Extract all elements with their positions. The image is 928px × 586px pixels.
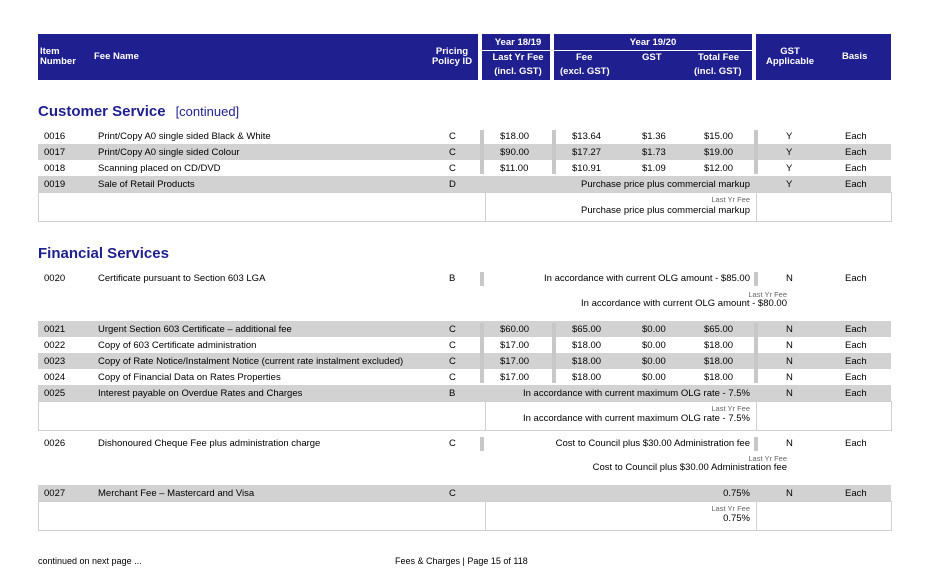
footer-continued: continued on next page ... bbox=[38, 556, 142, 566]
table-row: 0018 Scanning placed on CD/DVD C $11.00 … bbox=[44, 163, 867, 174]
header-year-curr: Year 19/20 bbox=[629, 37, 677, 48]
table-row: 0020 Certificate pursuant to Section 603… bbox=[44, 273, 867, 284]
header-gst: GST bbox=[642, 52, 662, 63]
header-total-fee: Total Fee bbox=[698, 52, 739, 63]
header-basis: Basis bbox=[842, 51, 868, 62]
table-row: 0016 Print/Copy A0 single sided Black & … bbox=[44, 131, 867, 142]
header-item-number-2: Number bbox=[40, 56, 76, 67]
header-last-yr-fee: Last Yr Fee bbox=[492, 52, 544, 63]
header-fee: Fee bbox=[576, 52, 593, 63]
header-pricing-2: Policy ID bbox=[431, 56, 473, 67]
table-row: 0022 Copy of 603 Certificate administrat… bbox=[44, 340, 867, 351]
table-row: 0017 Print/Copy A0 single sided Colour C… bbox=[38, 144, 891, 160]
header-total-incl-gst: (incl. GST) bbox=[694, 66, 742, 77]
table-row: 0021 Urgent Section 603 Certificate – ad… bbox=[38, 321, 891, 337]
table-row: 0025 Interest payable on Overdue Rates a… bbox=[38, 385, 891, 401]
header-fee-name: Fee Name bbox=[94, 51, 139, 62]
last-year-value: Cost to Council plus $30.00 Administrati… bbox=[592, 462, 787, 473]
last-year-box: Last Yr Fee 0.75% bbox=[38, 501, 892, 531]
section-title-financial: Financial Services bbox=[38, 245, 169, 262]
header-last-incl-gst: (incl. GST) bbox=[494, 66, 542, 77]
header-gst-applicable-2: Applicable bbox=[765, 56, 815, 67]
footer-page: Fees & Charges | Page 15 of 118 bbox=[395, 556, 528, 566]
header-year-prev: Year 18/19 bbox=[494, 37, 542, 48]
table-header: Item Number Fee Name Pricing Policy ID Y… bbox=[38, 34, 891, 80]
section-title-customer: Customer Service [continued] bbox=[38, 103, 240, 120]
last-year-value: In accordance with current OLG amount - … bbox=[581, 298, 787, 309]
table-row: 0026 Dishonoured Cheque Fee plus adminis… bbox=[44, 438, 867, 449]
last-year-box: Last Yr Fee In accordance with current m… bbox=[38, 401, 892, 431]
table-row: 0027 Merchant Fee – Mastercard and Visa … bbox=[38, 485, 891, 501]
table-row: 0024 Copy of Financial Data on Rates Pro… bbox=[44, 372, 867, 383]
table-row: 0023 Copy of Rate Notice/Instalment Noti… bbox=[38, 353, 891, 369]
last-year-box: Last Yr Fee Purchase price plus commerci… bbox=[38, 192, 892, 222]
header-fee-excl-gst: (excl. GST) bbox=[560, 66, 610, 77]
table-row: 0019 Sale of Retail Products D Purchase … bbox=[38, 176, 891, 192]
